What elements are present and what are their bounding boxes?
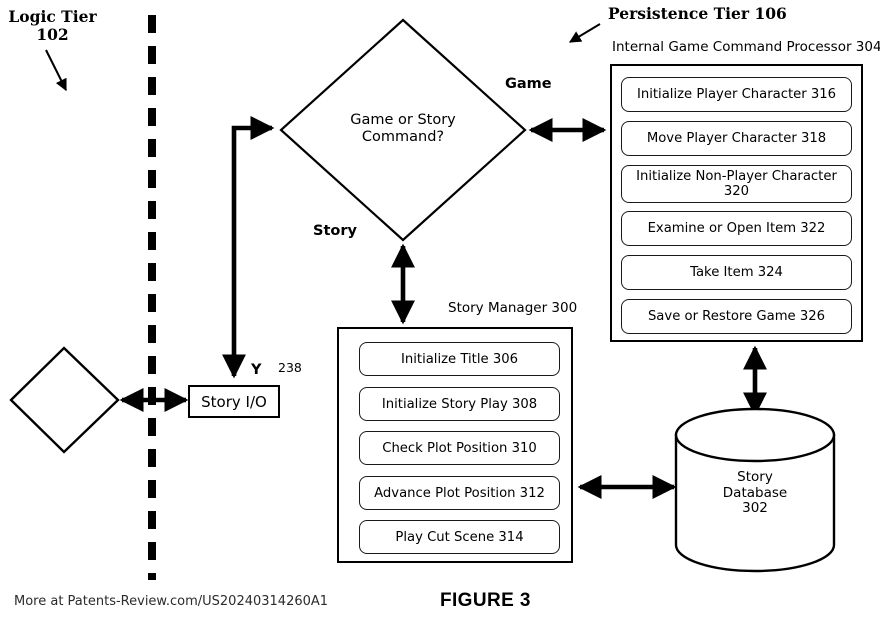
story-io-reference-number: 238 <box>278 360 302 375</box>
process-take-item[interactable]: Take Item 324 <box>621 255 852 290</box>
branch-label-game: Game <box>505 76 552 92</box>
patent-figure-3: Logic Tier 102 Persistence Tier 106 Inte… <box>0 0 880 627</box>
story-manager-caption: Story Manager 300 <box>448 300 578 316</box>
source-watermark: More at Patents-Review.com/US20240314260… <box>14 594 329 609</box>
process-label: Move Player Character 318 <box>646 131 827 146</box>
logic-tier-title: Logic Tier 102 <box>8 7 97 44</box>
process-advance-plot-position[interactable]: Advance Plot Position 312 <box>359 476 560 510</box>
process-check-plot-position[interactable]: Check Plot Position 310 <box>359 431 560 465</box>
yes-branch-label: Y <box>251 362 262 378</box>
process-initialize-title[interactable]: Initialize Title 306 <box>359 342 560 376</box>
process-examine-or-open-item[interactable]: Examine or Open Item 322 <box>621 211 852 246</box>
process-initialize-player-character[interactable]: Initialize Player Character 316 <box>621 77 852 112</box>
logic-tier-pointer-arrow <box>45 49 67 92</box>
decision-diamond-label: Game or Story Command? <box>350 112 456 145</box>
process-label: Initialize Story Play 308 <box>381 396 538 412</box>
process-label: Check Plot Position 310 <box>382 440 537 456</box>
process-label: Initialize Title 306 <box>400 351 518 367</box>
story-database-label: Story Database 302 <box>722 469 788 517</box>
process-label: Initialize Player Character 316 <box>636 87 837 102</box>
process-label: Take Item 324 <box>690 265 783 280</box>
persistence-tier-title: Persistence Tier 106 <box>608 4 787 23</box>
persistence-tier-pointer-arrow <box>568 23 601 43</box>
story-io-label: Story I/O <box>201 392 267 411</box>
story-io-box[interactable]: Story I/O <box>188 385 280 418</box>
process-label: Advance Plot Position 312 <box>374 485 545 501</box>
branch-label-story: Story <box>313 223 357 239</box>
process-label: Examine or Open Item 322 <box>647 221 826 236</box>
process-label: Save or Restore Game 326 <box>647 309 826 324</box>
process-save-or-restore-game[interactable]: Save or Restore Game 326 <box>621 299 852 334</box>
process-initialize-non-player-character[interactable]: Initialize Non-Player Character 320 <box>621 165 852 203</box>
game-command-processor-caption: Internal Game Command Processor 304 <box>612 39 880 55</box>
process-move-player-character[interactable]: Move Player Character 318 <box>621 121 852 156</box>
logic-tier-diamond <box>9 346 120 454</box>
figure-caption: FIGURE 3 <box>440 590 531 611</box>
connector-story-io-to-decision <box>222 116 275 379</box>
process-label: Initialize Non-Player Character 320 <box>636 169 837 199</box>
process-initialize-story-play[interactable]: Initialize Story Play 308 <box>359 387 560 421</box>
process-label: Play Cut Scene 314 <box>395 529 524 545</box>
process-play-cut-scene[interactable]: Play Cut Scene 314 <box>359 520 560 554</box>
